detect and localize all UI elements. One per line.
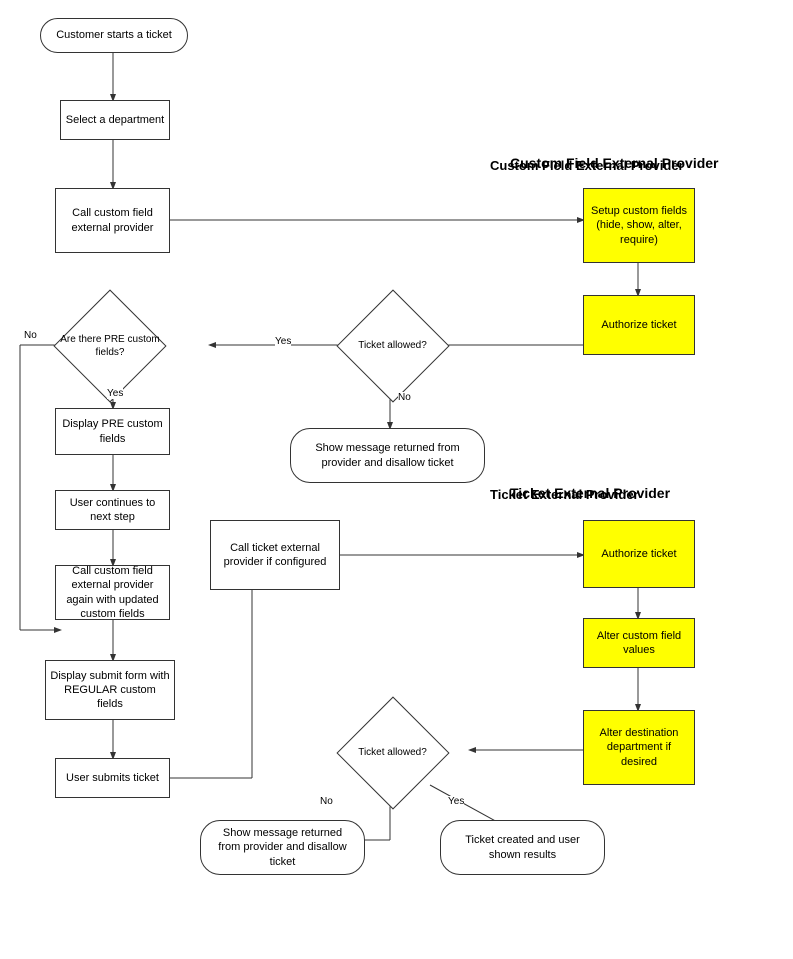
select-dept-node: Select a department xyxy=(60,100,170,140)
section-title-ticket: Ticket External Provider xyxy=(490,487,639,502)
yes-label-2: Yes xyxy=(107,388,123,399)
ticket-allowed-2-diamond: Ticket allowed? xyxy=(345,715,440,790)
section-title-custom: Custom Field External Provider xyxy=(490,158,684,173)
show-msg-1-node: Show message returned from provider and … xyxy=(290,428,485,483)
yes-label-3: Yes xyxy=(448,796,464,807)
flowchart-diagram: Custom Field External Provider Ticket Ex… xyxy=(0,0,793,959)
yes-label-1: Yes xyxy=(275,336,291,347)
user-submits-node: User submits ticket xyxy=(55,758,170,798)
call-custom-field-node: Call custom field external provider xyxy=(55,188,170,253)
user-continues-node: User continues to next step xyxy=(55,490,170,530)
alter-dest-node: Alter destination department if desired xyxy=(583,710,695,785)
authorize-ticket-1-node: Authorize ticket xyxy=(583,295,695,355)
authorize-ticket-2-node: Authorize ticket xyxy=(583,520,695,588)
call-ticket-ext-node: Call ticket external provider if configu… xyxy=(210,520,340,590)
customer-starts-node: Customer starts a ticket xyxy=(40,18,188,53)
no-label-2: No xyxy=(24,330,37,341)
no-label-1: No xyxy=(398,392,411,403)
are-there-pre-diamond: Are there PRE custom fields? xyxy=(55,308,165,383)
display-pre-node: Display PRE custom fields xyxy=(55,408,170,455)
setup-custom-fields-node: Setup custom fields (hide, show, alter, … xyxy=(583,188,695,263)
ticket-created-node: Ticket created and user shown results xyxy=(440,820,605,875)
no-label-3: No xyxy=(320,796,333,807)
display-submit-node: Display submit form with REGULAR custom … xyxy=(45,660,175,720)
show-msg-2-node: Show message returned from provider and … xyxy=(200,820,365,875)
alter-custom-node: Alter custom field values xyxy=(583,618,695,668)
ticket-allowed-1-diamond: Ticket allowed? xyxy=(345,308,440,383)
call-custom-again-node: Call custom field external provider agai… xyxy=(55,565,170,620)
